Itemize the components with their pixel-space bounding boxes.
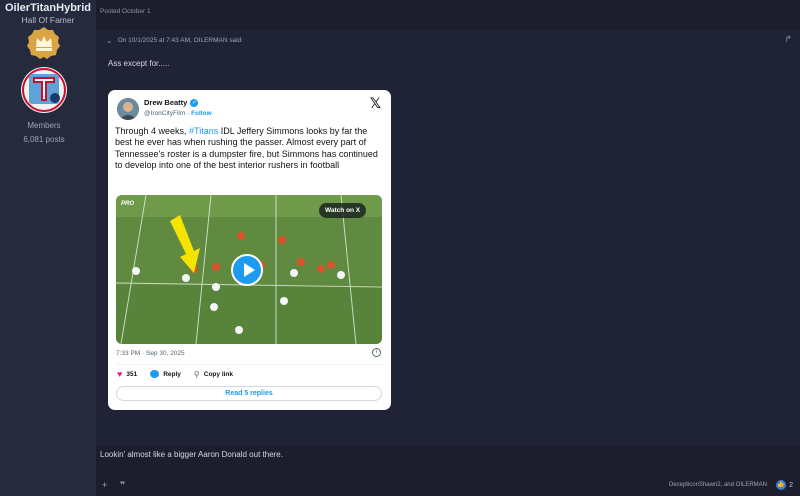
copy-link-button[interactable]: ⚲ Copy link bbox=[194, 370, 233, 379]
chevron-down-icon[interactable]: ⌄ bbox=[106, 36, 113, 45]
author-username[interactable]: OilerTitanHybrid bbox=[0, 2, 96, 14]
tweet-actions: ♥ 351 Reply ⚲ Copy link bbox=[117, 369, 246, 379]
tweet-timestamp[interactable]: 7:33 PM · Sep 30, 2025 bbox=[116, 350, 185, 357]
post-date[interactable]: Posted October 1 bbox=[100, 8, 151, 15]
play-icon[interactable] bbox=[231, 254, 263, 286]
tweet-text: Through 4 weeks, #Titans IDL Jeffery Sim… bbox=[115, 126, 385, 171]
author-title: Hall Of Famer bbox=[21, 15, 75, 25]
tweet-video[interactable]: PRO Watch on X bbox=[116, 195, 382, 344]
post-reply-text: Lookin' almost like a bigger Aaron Donal… bbox=[100, 450, 283, 459]
heart-icon: ♥ bbox=[117, 369, 123, 379]
quote-text: Ass except for..... bbox=[108, 59, 170, 68]
tweet-avatar[interactable] bbox=[117, 98, 139, 120]
follow-link[interactable]: Follow bbox=[191, 110, 212, 117]
badge-icon bbox=[27, 27, 60, 59]
quote-citation: On 10/1/2025 at 7:43 AM, OILERMAN said: bbox=[117, 37, 244, 44]
quote-icon[interactable]: ❞ bbox=[120, 480, 125, 491]
tweet-divider bbox=[116, 364, 383, 365]
reply-label: Reply bbox=[163, 370, 181, 378]
author-group: Members bbox=[27, 121, 61, 130]
tweet-name-text: Drew Beatty bbox=[144, 98, 188, 107]
quote-block: ⌄ On 10/1/2025 at 7:43 AM, OILERMAN said… bbox=[96, 30, 800, 446]
reaction-count: 2 bbox=[789, 481, 793, 489]
x-logo-icon[interactable]: 𝕏 bbox=[370, 95, 381, 112]
info-icon[interactable]: i bbox=[372, 348, 381, 357]
reaction-icon: 👍 bbox=[776, 480, 787, 490]
quote-header[interactable]: ⌄ On 10/1/2025 at 7:43 AM, OILERMAN said… bbox=[106, 36, 243, 45]
tweet-handle-line: @IronCityFilm · Follow bbox=[144, 110, 212, 117]
tweet-author-name[interactable]: Drew Beatty ✓ bbox=[144, 98, 199, 107]
verified-icon: ✓ bbox=[190, 98, 199, 107]
copy-link-label: Copy link bbox=[203, 370, 234, 378]
tweet-handle[interactable]: @IronCityFilm bbox=[144, 110, 185, 117]
tweet-hashtag[interactable]: #Titans bbox=[189, 126, 218, 136]
share-icon[interactable]: ↱ bbox=[784, 34, 792, 45]
plus-icon[interactable]: + bbox=[102, 480, 107, 490]
author-post-count: 6,081 posts bbox=[23, 135, 65, 144]
author-sidebar: OilerTitanHybrid Hall Of Famer Members 6… bbox=[0, 0, 96, 496]
like-button[interactable]: ♥ 351 bbox=[117, 369, 137, 379]
read-replies-button[interactable]: Read 5 replies bbox=[116, 386, 382, 401]
reply-icon bbox=[150, 370, 160, 378]
post-body: Posted October 1 ⌄ On 10/1/2025 at 7:43 … bbox=[96, 0, 800, 496]
avatar[interactable] bbox=[21, 67, 67, 113]
like-count: 351 bbox=[126, 370, 138, 378]
post-footer: + ❞ DecepticonShawn2, and OILERMAN 👍 2 bbox=[96, 476, 800, 496]
reaction-users[interactable]: DecepticonShawn2, and OILERMAN bbox=[669, 482, 767, 488]
reaction-summary[interactable]: 👍 2 bbox=[776, 480, 793, 490]
reply-button[interactable]: Reply bbox=[150, 370, 181, 378]
tweet-text-start: Through 4 weeks, bbox=[115, 126, 190, 136]
link-icon: ⚲ bbox=[193, 369, 200, 379]
watch-on-x-button[interactable]: Watch on X bbox=[319, 203, 367, 218]
pro-logo-icon: PRO bbox=[121, 201, 135, 207]
tweet-embed[interactable]: Drew Beatty ✓ @IronCityFilm · Follow 𝕏 T… bbox=[108, 90, 391, 410]
